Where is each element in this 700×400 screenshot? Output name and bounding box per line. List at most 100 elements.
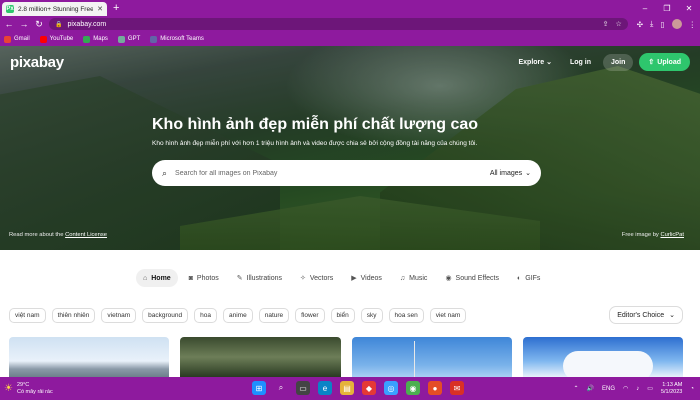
bookmark-maps[interactable]: Maps — [83, 35, 108, 43]
content-license-link[interactable]: Content License — [65, 232, 107, 238]
hero-subtitle: Kho hình ảnh đẹp miễn phí với hơn 1 triệ… — [152, 140, 478, 147]
task-view-icon[interactable]: ▭ — [296, 381, 310, 395]
video-icon: ▶ — [351, 275, 357, 282]
chevron-down-icon: ⌄ — [669, 312, 675, 319]
image-thumbnail[interactable] — [351, 337, 512, 377]
partly-cloudy-icon: ☀ — [4, 383, 13, 394]
app-red-icon[interactable]: ◆ — [362, 381, 376, 395]
profile-avatar-icon[interactable] — [671, 19, 682, 29]
tab-gifs[interactable]: ◐ GIFs — [510, 269, 547, 287]
image-thumbnail[interactable] — [180, 337, 341, 377]
battery-icon[interactable]: ▭ — [647, 385, 653, 392]
extensions-icon[interactable]: ✣ — [637, 20, 643, 29]
browser-tab[interactable]: Px 2.8 million+ Stunning Free Imag ✕ — [2, 2, 107, 16]
chrome-icon[interactable]: ● — [428, 381, 442, 395]
close-tab-icon[interactable]: ✕ — [97, 5, 103, 13]
speaker-icon[interactable]: 🔊 — [587, 385, 594, 392]
credit-author-link[interactable]: CurlicPat — [660, 232, 684, 238]
tag-chip[interactable]: sky — [360, 308, 383, 323]
search-icon[interactable]: ⌕ — [274, 381, 288, 395]
image-thumbnail[interactable] — [9, 337, 170, 377]
notification-icon[interactable]: ◔ — [690, 386, 694, 392]
gpt-icon — [117, 35, 125, 43]
login-link[interactable]: Log in — [564, 55, 597, 70]
app-green-icon[interactable]: ◉ — [406, 381, 420, 395]
tag-chip[interactable]: vietnam — [101, 308, 137, 323]
share-icon[interactable]: ⇪ — [603, 20, 609, 28]
bookmark-youtube[interactable]: YouTube — [39, 35, 73, 43]
tag-chip[interactable]: background — [142, 308, 189, 323]
maximize-button[interactable]: ❐ — [656, 0, 678, 16]
search-input[interactable] — [175, 169, 482, 177]
tag-chip[interactable]: biển — [330, 308, 355, 323]
tag-chip[interactable]: thiên nhiên — [51, 308, 96, 323]
tab-music[interactable]: ♫ Music — [393, 269, 435, 287]
new-tab-button[interactable]: + — [113, 2, 119, 14]
url-text: pixabay.com — [67, 20, 107, 28]
menu-dots-icon[interactable]: ⋮ — [689, 20, 697, 29]
volume-icon[interactable]: ♪ — [636, 386, 639, 392]
date: 5/1/2023 — [660, 388, 683, 395]
search-bar: ⌕ All images⌄ — [152, 160, 541, 186]
download-icon[interactable]: ⤓ — [650, 19, 653, 29]
windows-taskbar: ☀ 29°C Có mây rải rác ⊞ ⌕ ▭ e ▤ ◆ ◎ ◉ ● … — [0, 377, 700, 400]
maps-icon — [83, 35, 91, 43]
edge-browser-icon[interactable]: e — [318, 381, 332, 395]
star-bookmark-icon[interactable]: ☆ — [615, 20, 621, 28]
site-header: pixabay Explore ⌄ Log in Join ⇧ Upload — [0, 46, 700, 78]
file-explorer-icon[interactable]: ▤ — [340, 381, 354, 395]
teams-icon — [150, 35, 158, 43]
reload-icon[interactable]: ↻ — [34, 19, 44, 30]
bookmark-microsoft-teams[interactable]: Microsoft Teams — [150, 35, 204, 43]
tag-chip[interactable]: hoa — [194, 308, 217, 323]
image-thumbnail[interactable] — [522, 337, 683, 377]
gif-icon: ◐ — [517, 274, 522, 282]
tag-chip[interactable]: anime — [223, 308, 253, 323]
tab-sound-effects[interactable]: ◉ Sound Effects — [438, 269, 506, 287]
system-tray: ⌃ 🔊 ENG ◠ ♪ ▭ 1:13 AM 5/1/2023 ◔ — [574, 377, 695, 400]
explore-menu[interactable]: Explore ⌄ — [512, 54, 558, 70]
music-note-icon: ♫ — [399, 274, 406, 282]
app-blue-icon[interactable]: ◎ — [384, 381, 398, 395]
tag-chip[interactable]: việt nam — [9, 308, 46, 323]
pixabay-logo[interactable]: pixabay — [10, 54, 64, 71]
tab-illustrations[interactable]: ✎ Illustrations — [230, 269, 289, 287]
tab-photos[interactable]: ◙ Photos — [182, 269, 226, 287]
image-grid — [9, 337, 683, 377]
sidebar-icon[interactable]: ▯ — [660, 20, 664, 29]
search-icon[interactable]: ⌕ — [162, 168, 167, 179]
bookmark-gmail[interactable]: Gmail — [4, 35, 30, 43]
tag-chip[interactable]: flower — [295, 308, 325, 323]
chevron-down-icon: ⌄ — [546, 59, 552, 66]
language-indicator[interactable]: ENG — [602, 386, 615, 392]
weather-widget[interactable]: ☀ 29°C Có mây rải rác — [0, 382, 53, 396]
tag-chip[interactable]: nature — [258, 308, 290, 323]
back-arrow-icon[interactable]: ← — [4, 19, 14, 29]
temperature: 29°C — [16, 381, 30, 388]
tab-vectors[interactable]: ✧ Vectors — [293, 269, 340, 287]
tab-videos[interactable]: ▶ Videos — [344, 269, 389, 287]
join-button[interactable]: Join — [603, 53, 634, 71]
bookmark-gpt[interactable]: GPT — [117, 35, 140, 43]
chevron-up-icon[interactable]: ⌃ — [574, 385, 579, 392]
start-windows-icon[interactable]: ⊞ — [252, 381, 266, 395]
lock-icon[interactable]: 🔒 — [55, 21, 62, 28]
search-type-dropdown[interactable]: All images ⌄ — [490, 169, 531, 178]
address-bar[interactable]: 🔒 pixabay.com ⇪ ☆ — [49, 18, 628, 30]
forward-arrow-icon[interactable]: → — [19, 19, 29, 29]
tab-home[interactable]: ⌂ Home — [136, 269, 178, 287]
close-window-button[interactable]: ✕ — [678, 0, 700, 16]
mail-icon[interactable]: ✉ — [450, 381, 464, 395]
window-controls: – ❐ ✕ — [634, 0, 700, 16]
tag-chip[interactable]: hoa sen — [388, 308, 424, 323]
sort-dropdown[interactable]: Editor's Choice ⌄ — [609, 306, 683, 324]
minimize-button[interactable]: – — [634, 0, 656, 16]
wifi-icon[interactable]: ◠ — [623, 385, 628, 392]
brush-icon: ✎ — [236, 275, 243, 282]
camera-icon: ◙ — [188, 274, 193, 282]
tag-chip[interactable]: viet nam — [429, 308, 467, 323]
upload-button[interactable]: ⇧ Upload — [639, 53, 690, 71]
sound-wave-icon: ◉ — [445, 275, 452, 282]
bookmarks-bar: Gmail YouTube Maps GPT Microsoft Teams — [0, 32, 700, 46]
clock[interactable]: 1:13 AM 5/1/2023 — [661, 382, 682, 396]
